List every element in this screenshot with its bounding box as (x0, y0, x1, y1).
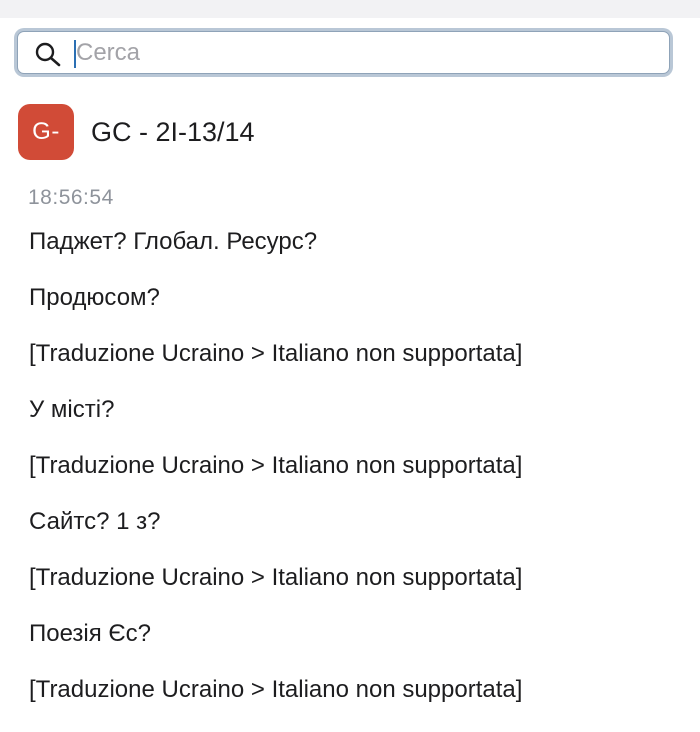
message: Паджет? Глобал. Ресурс? (29, 228, 318, 255)
message: [Traduzione Ucraino > Italiano non suppo… (29, 452, 523, 479)
message: Сайтс? 1 з? (29, 508, 161, 535)
chat-title: GC - 2I-13/14 (91, 116, 255, 147)
message: [Traduzione Ucraino > Italiano non suppo… (29, 676, 523, 703)
chat-header[interactable]: G- GC - 2I-13/14 (18, 104, 255, 160)
message: [Traduzione Ucraino > Italiano non suppo… (29, 340, 523, 367)
avatar: G- (18, 104, 74, 160)
message-timestamp: 18:56:54 (28, 186, 114, 209)
search-field[interactable] (17, 31, 670, 74)
search-input[interactable] (76, 35, 646, 71)
message: Поезія Єс? (29, 620, 152, 647)
message-list: Паджет? Глобал. Ресурс? Продюсом? [Tradu… (29, 228, 689, 732)
message: [Traduzione Ucraino > Italiano non suppo… (29, 564, 523, 591)
message: У місті? (29, 396, 115, 423)
message: Продюсом? (29, 284, 160, 311)
top-bar (0, 0, 700, 18)
search-icon (34, 41, 62, 67)
search-bar (14, 28, 673, 77)
